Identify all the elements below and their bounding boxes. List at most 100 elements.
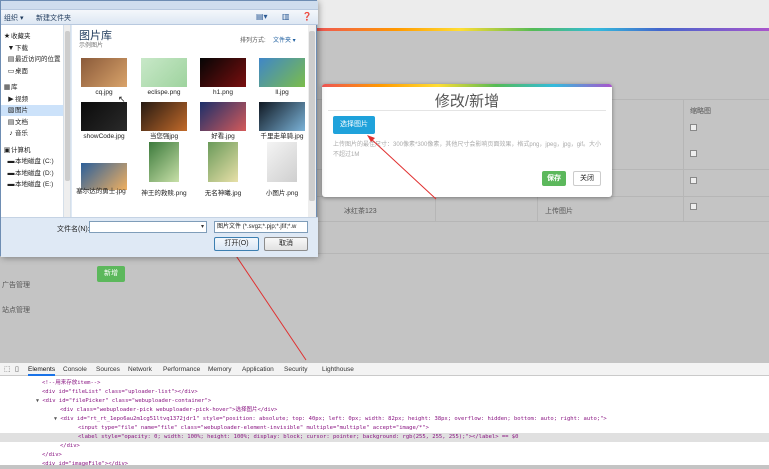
devtools-tab-memory[interactable]: Memory [208,363,231,376]
nav-item-label: 图片 [15,107,28,114]
file-thumbnail[interactable] [141,58,187,87]
file-thumbnail[interactable] [200,102,246,131]
nav-item[interactable]: ▤文档 [1,117,63,128]
dom-node-line[interactable]: <label style="opacity: 0; width: 100%; h… [0,433,769,442]
file-name[interactable]: eclispe.png [131,89,197,97]
nav-item-label: 下载 [15,44,28,52]
cancel-button[interactable]: 取消 [264,237,308,251]
nav-item-icon: ▶ [8,95,14,103]
device-toggle-icon[interactable]: ▯ [15,365,19,373]
file-name[interactable]: cq.jpg [71,89,137,97]
nav-item[interactable]: ▦库 [1,82,63,93]
file-thumbnail[interactable] [208,142,238,182]
nav-item-icon: ▤ [7,56,15,63]
mouse-cursor-icon: ↖ [118,94,126,104]
nav-item[interactable]: ▬本地磁盘 (C:) [1,156,63,167]
inspect-element-icon[interactable]: ⬚ [4,365,11,373]
file-name[interactable]: 好看.jpg [190,133,256,141]
nav-item-icon: ▭ [7,67,15,75]
devtools-tab-application[interactable]: Application [242,363,274,376]
nav-item-icon: ▬ [7,169,15,177]
nav-item[interactable]: ▬本地磁盘 (D:) [1,168,63,179]
dom-node-text: <!--用来存放item--> [42,380,101,386]
new-folder-button[interactable]: 新建文件夹 [36,13,71,23]
open-button[interactable]: 打开(O) [214,237,259,251]
nav-item[interactable]: ▧图片 [1,105,63,116]
nav-item[interactable]: ★收藏夹 [1,31,63,42]
organize-menu[interactable]: 组织 ▾ [4,13,23,23]
file-name[interactable]: 当您强jpg [131,133,197,141]
dom-node-text: <div id="imageFile"></div> [42,461,129,467]
nav-item-icon: ▧ [7,107,15,114]
file-thumbnail[interactable] [149,142,179,182]
dom-node-line[interactable]: <div class="webuploader-pick webuploader… [0,406,769,415]
nav-item[interactable]: ▼下载 [1,43,63,54]
file-thumbnail[interactable] [81,58,127,87]
devtools-tab-elements[interactable]: Elements [28,363,56,376]
nav-item-icon: ♪ [9,130,13,137]
nav-item-label: 本地磁盘 (D:) [15,169,54,177]
nav-item[interactable]: ▶视频 [1,94,63,105]
nav-item[interactable]: ♪ 音乐 [1,128,63,139]
preview-pane-icon[interactable]: ▥ [282,12,290,22]
file-thumbnail[interactable] [259,102,305,131]
nav-item-icon: ▦ [3,84,11,91]
file-name[interactable]: h1.png [190,89,256,97]
nav-item-label: 桌面 [15,67,28,75]
file-name[interactable]: ll.jpg [249,89,315,97]
nav-item[interactable]: ▭桌面 [1,66,63,77]
filetype-select[interactable]: 图片文件 (*.svgz;*.pjp;*.jfif;*.w [214,221,308,233]
nav-item[interactable]: ▬本地磁盘 (E:) [1,179,63,190]
file-open-dialog: 组织 ▾ 新建文件夹 ▤▾ ▥ ❓ 图片库 示例图片 排列方式: 文件夹 ▾ c… [0,0,318,257]
nav-scrollbar-thumb[interactable] [65,31,70,181]
file-thumbnail[interactable] [141,102,187,131]
expand-triangle-icon[interactable]: ▼ [54,416,57,422]
library-subtitle: 示例图片 [79,43,104,49]
dom-node-line[interactable]: </div> [0,442,769,451]
nav-item-icon: ▤ [7,118,15,126]
dom-node-text: </div> [42,452,62,458]
dom-node-line[interactable]: </div> [0,451,769,460]
file-name[interactable]: 塞尔达的勇士.jpg [71,188,131,196]
file-list-scrollbar-thumb[interactable] [309,31,315,201]
dom-node-line[interactable]: ▼ <div id="filePicker" class="webuploade… [0,397,769,406]
help-icon[interactable]: ❓ [302,12,312,22]
file-thumbnail[interactable] [259,58,305,87]
arrange-by-dropdown[interactable]: 文件夹 ▾ [273,35,296,44]
devtools-tab-console[interactable]: Console [63,363,87,376]
file-name[interactable]: 小图片.png [249,190,315,198]
nav-item-label: 视频 [15,95,28,103]
dom-node-line[interactable]: ▼ <div id="rt_rt_1epo6au2m1cg51ltvq1372j… [0,415,769,424]
nav-item-icon: ▣ [3,146,11,154]
nav-item[interactable]: ▤最近访问的位置 [1,54,63,65]
dom-node-text: <div id="rt_rt_1epo6au2m1cg51ltvq1372jdr… [60,416,607,422]
nav-item-label: 文档 [15,118,28,126]
dom-node-text: <input type="file" name="file" class="we… [78,425,429,431]
devtools-tab-sources[interactable]: Sources [96,363,120,376]
expand-triangle-icon[interactable]: ▼ [36,398,39,404]
dom-node-line[interactable]: <input type="file" name="file" class="we… [0,424,769,433]
nav-item-icon: ▬ [7,158,15,165]
view-options-icon[interactable]: ▤▾ [256,12,268,22]
nav-item-icon: ▼ [7,44,15,52]
devtools-tab-network[interactable]: Network [128,363,152,376]
nav-item-label: 收藏夹 [11,33,31,40]
devtools-tab-performance[interactable]: Performance [163,363,200,376]
file-name[interactable]: showCode.jpg [71,133,137,141]
file-thumbnail[interactable] [81,102,127,131]
filename-input[interactable]: ▾ [89,221,207,233]
dom-node-text: </div> [60,443,80,449]
dom-node-line[interactable]: <!--用来存放item--> [0,379,769,388]
arrange-by-label: 排列方式: [240,38,266,44]
dom-node-line[interactable]: <div id="fileList" class="uploader-list"… [0,388,769,397]
file-thumbnail[interactable] [267,142,297,182]
chevron-down-icon[interactable]: ▾ [201,223,204,230]
file-thumbnail[interactable] [200,58,246,87]
devtools-tab-lighthouse[interactable]: Lighthouse [322,363,354,376]
file-name[interactable]: 千里走单骑.jpg [249,133,315,141]
file-name[interactable]: 神王的救赎.png [131,190,197,198]
file-thumbnail[interactable] [81,163,127,190]
nav-item[interactable]: ▣计算机 [1,145,63,156]
file-name[interactable]: 无名神曦.jpg [190,190,256,198]
devtools-tab-security[interactable]: Security [284,363,307,376]
